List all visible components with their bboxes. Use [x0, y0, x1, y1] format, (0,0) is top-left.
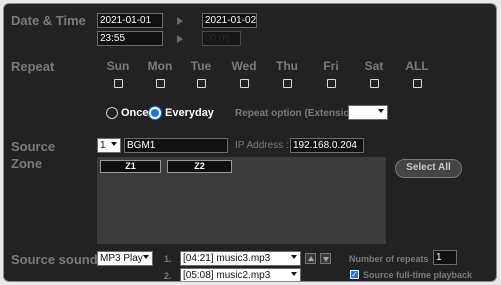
track-index: 1.: [164, 254, 172, 264]
fulltime-label: Source full-time playback: [363, 270, 473, 280]
checkbox-all[interactable]: [413, 79, 422, 88]
day-label-thu: Thu: [276, 59, 298, 73]
fulltime-checkbox[interactable]: ✓: [350, 270, 359, 279]
radio-everyday[interactable]: [149, 107, 161, 119]
arrow-right-icon: [177, 35, 183, 43]
checkbox-wed[interactable]: [240, 79, 249, 88]
source-sound-label: Source sound: [11, 252, 98, 267]
arrow-up-icon: [308, 256, 314, 261]
source-label: Source: [11, 139, 56, 154]
start-time-field[interactable]: 23:55: [97, 31, 163, 46]
chevron-down-icon: [291, 255, 297, 259]
day-label-mon: Mon: [147, 59, 173, 73]
zone-z1-button[interactable]: Z1: [100, 160, 161, 173]
checkbox-fri[interactable]: [327, 79, 336, 88]
player-select[interactable]: MP3 Play: [97, 251, 153, 266]
track-2-select[interactable]: [05:08] music2.mp3: [180, 268, 301, 281]
track-index: 2.: [164, 271, 172, 281]
day-label-all: ALL: [405, 59, 429, 73]
repeat-option-select[interactable]: [348, 105, 388, 120]
select-all-button[interactable]: Select All: [395, 159, 462, 178]
ip-address-label: IP Address :: [235, 140, 289, 151]
radio-once[interactable]: [106, 107, 118, 119]
track-1-select[interactable]: [04:21] music3.mp3: [180, 251, 301, 266]
day-label-fri: Fri: [323, 59, 339, 73]
zone-z2-button[interactable]: Z2: [167, 160, 232, 173]
checkbox-thu[interactable]: [283, 79, 292, 88]
end-date-field[interactable]: 2021-01-02: [202, 13, 257, 28]
chevron-down-icon: [111, 142, 117, 146]
source-name-field[interactable]: BGM1: [124, 138, 228, 153]
checkbox-sat[interactable]: [370, 79, 379, 88]
repeat-option-label: Repeat option (Extension): [235, 108, 359, 119]
chevron-down-icon: [378, 109, 384, 113]
day-label-tue: Tue: [190, 59, 212, 73]
day-label-sun: Sun: [106, 59, 130, 73]
everyday-label: Everyday: [165, 107, 214, 119]
once-label: Once: [121, 107, 149, 119]
repeats-label: Number of repeats: [349, 254, 429, 264]
ip-address-field[interactable]: 192.168.0.204: [290, 138, 364, 153]
zone-list: Z1 Z2: [97, 157, 386, 244]
zone-label: Zone: [11, 156, 43, 171]
source-number-select[interactable]: 1: [97, 138, 121, 153]
arrow-right-icon: [177, 17, 183, 25]
day-label-wed: Wed: [231, 59, 257, 73]
chevron-down-icon: [291, 272, 297, 276]
repeat-label: Repeat: [11, 59, 55, 74]
repeats-field[interactable]: 1: [433, 250, 457, 265]
start-date-field[interactable]: 2021-01-01: [97, 13, 163, 28]
arrow-down-icon: [323, 257, 329, 262]
schedule-panel: Date & Time 2021-01-01 2021-01-02 23:55 …: [3, 3, 497, 282]
move-down-button[interactable]: [320, 253, 331, 264]
end-time-field: 00:05: [202, 31, 241, 46]
checkbox-sun[interactable]: [114, 79, 123, 88]
move-up-button[interactable]: [305, 253, 316, 264]
chevron-down-icon: [143, 255, 149, 259]
datetime-label: Date & Time: [11, 13, 86, 28]
day-label-sat: Sat: [364, 59, 384, 73]
checkbox-mon[interactable]: [156, 79, 165, 88]
checkbox-tue[interactable]: [197, 79, 206, 88]
